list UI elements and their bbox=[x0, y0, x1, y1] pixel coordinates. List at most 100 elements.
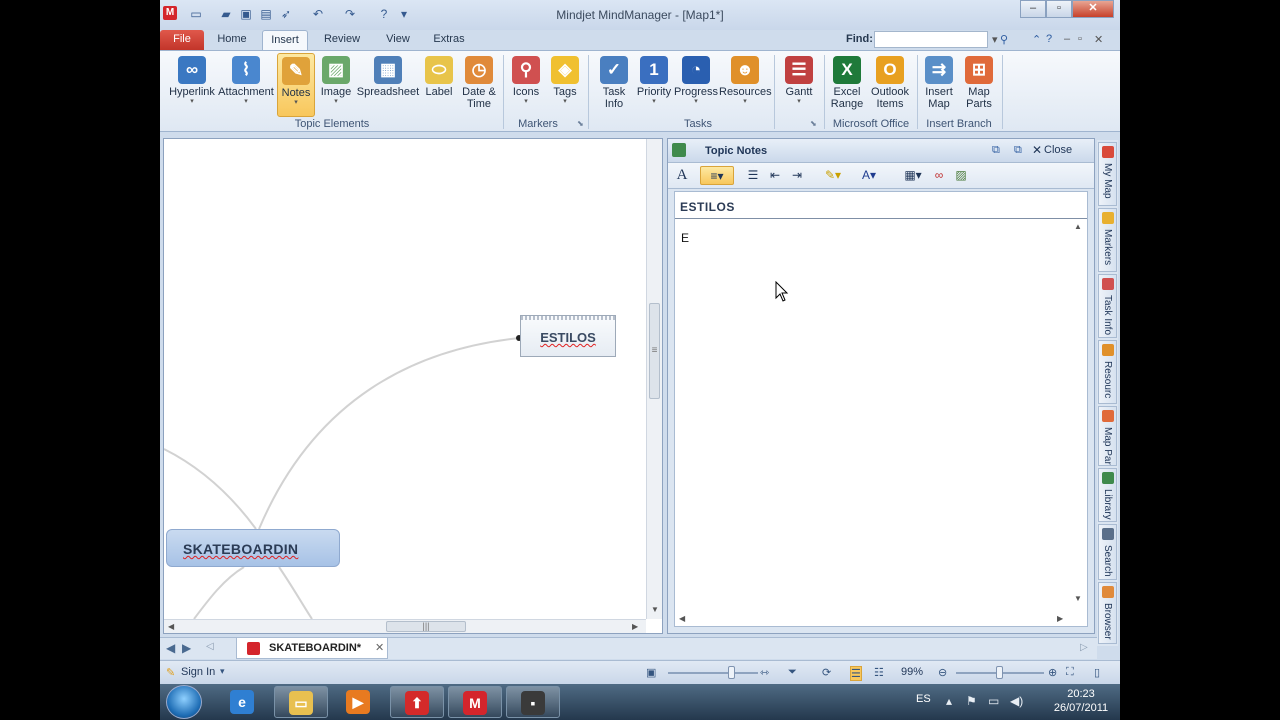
refresh-icon[interactable]: ⟳ bbox=[822, 666, 831, 679]
taskbar-ie[interactable]: e bbox=[216, 686, 270, 718]
notes-horizontal-scrollbar[interactable]: ◀ ▶ bbox=[675, 612, 1071, 626]
insert-image-icon[interactable]: ▨ bbox=[952, 166, 970, 185]
next-document-icon[interactable]: ▶ bbox=[182, 641, 191, 655]
scroll-down-icon[interactable]: ▼ bbox=[1074, 594, 1082, 603]
zoom-slider-knob[interactable] bbox=[996, 666, 1003, 679]
tab-review[interactable]: Review bbox=[318, 30, 366, 50]
map-horizontal-scroll-thumb[interactable]: ||| bbox=[386, 621, 466, 632]
map-vertical-scrollbar[interactable]: ≡ ▼ bbox=[646, 139, 662, 619]
progress-button[interactable]: ◔ Progress ▾ bbox=[674, 53, 718, 117]
scroll-tabs-left-icon[interactable]: ◁ bbox=[206, 641, 214, 652]
label-button[interactable]: ⬭ Label bbox=[422, 53, 456, 117]
scroll-up-icon[interactable]: ▲ bbox=[1074, 222, 1082, 231]
central-topic[interactable]: SKATEBOARDIN bbox=[166, 529, 340, 567]
tab-home[interactable]: Home bbox=[210, 30, 254, 50]
maximize-button[interactable]: ▫ bbox=[1046, 0, 1072, 18]
minimize-button[interactable]: – bbox=[1020, 0, 1046, 18]
date-time-button[interactable]: ◷ Date & Time bbox=[458, 53, 500, 117]
side-tab-map-parts[interactable]: Map Par bbox=[1098, 406, 1117, 466]
image-button[interactable]: ▨ Image ▾ bbox=[318, 53, 354, 117]
minimize-ribbon-icon[interactable]: ⌃ bbox=[1032, 33, 1041, 46]
map-view-icon[interactable]: ☰ bbox=[850, 666, 862, 681]
doc-minimize-icon[interactable]: – bbox=[1064, 33, 1070, 45]
close-icon[interactable]: ✕ bbox=[1032, 143, 1042, 157]
hyperlink-button[interactable]: ∞ Hyperlink ▾ bbox=[168, 53, 216, 117]
help-circle-icon[interactable]: ? bbox=[1046, 33, 1052, 45]
float-icon[interactable]: ⧉ bbox=[1014, 144, 1022, 157]
decrease-indent-icon[interactable]: ⇤ bbox=[766, 166, 784, 185]
scroll-right-icon[interactable]: ▶ bbox=[1057, 614, 1063, 623]
tab-extras[interactable]: Extras bbox=[426, 30, 472, 50]
task-info-button[interactable]: ✓ Task Info bbox=[595, 53, 633, 117]
map-horizontal-scrollbar[interactable]: ◀ ||| ▶ bbox=[164, 619, 646, 633]
map-parts-button[interactable]: ⊞ Map Parts bbox=[960, 53, 998, 117]
attachment-button[interactable]: ⌇ Attachment ▾ bbox=[218, 53, 274, 117]
tab-insert[interactable]: Insert bbox=[262, 30, 308, 50]
map-zoom-track[interactable] bbox=[668, 672, 758, 674]
scroll-down-icon[interactable]: ▼ bbox=[651, 605, 659, 614]
tasks-launcher-icon[interactable]: ⬊ bbox=[810, 119, 817, 128]
font-color-icon[interactable]: A▾ bbox=[854, 166, 884, 185]
previous-document-icon[interactable]: ◀ bbox=[166, 641, 175, 655]
find-dropdown-icon[interactable]: ▾ bbox=[992, 33, 998, 46]
bullet-list-icon[interactable]: ☰ bbox=[744, 166, 762, 185]
sign-in-button[interactable]: Sign In bbox=[181, 666, 215, 678]
outline-view-icon[interactable]: ☷ bbox=[874, 666, 884, 679]
insert-table-icon[interactable]: ▦▾ bbox=[898, 166, 928, 185]
notes-editor[interactable]: ESTILOS E ▲ ▼ ◀ ▶ bbox=[674, 191, 1088, 627]
tray-expand-icon[interactable]: ▴ bbox=[946, 694, 952, 708]
taskbar-recorder[interactable]: ▪ bbox=[506, 686, 560, 718]
side-tab-my-map[interactable]: My Map bbox=[1098, 142, 1117, 206]
scroll-left-icon[interactable]: ◀ bbox=[168, 622, 174, 631]
scroll-right-icon[interactable]: ▶ bbox=[632, 622, 638, 631]
notes-vertical-scrollbar[interactable]: ▲ ▼ bbox=[1071, 220, 1085, 610]
side-tab-browser[interactable]: Browser bbox=[1098, 582, 1117, 644]
excel-range-button[interactable]: X Excel Range bbox=[828, 53, 866, 117]
map-canvas[interactable]: ESTILOS SKATEBOARDIN ≡ ▼ ◀ ||| ▶ bbox=[163, 138, 663, 634]
markers-launcher-icon[interactable]: ⬊ bbox=[577, 119, 584, 128]
highlight-color-icon[interactable]: ✎▾ bbox=[818, 166, 848, 185]
notes-button[interactable]: ✎ Notes ▾ bbox=[277, 53, 315, 117]
font-icon[interactable]: A bbox=[674, 166, 690, 185]
clock[interactable]: 20:23 26/07/2011 bbox=[1048, 687, 1114, 715]
start-button[interactable] bbox=[166, 685, 202, 719]
gantt-button[interactable]: ☰ Gantt ▾ bbox=[780, 53, 818, 117]
doc-close-icon[interactable]: ✕ bbox=[1094, 33, 1103, 46]
side-tab-task-info[interactable]: Task Info bbox=[1098, 274, 1117, 338]
close-tab-icon[interactable]: ✕ bbox=[375, 641, 384, 654]
notes-close-button[interactable]: Close bbox=[1044, 144, 1072, 156]
layout-icon[interactable]: ▯ bbox=[1094, 666, 1100, 679]
tab-view[interactable]: View bbox=[378, 30, 418, 50]
outlook-items-button[interactable]: O Outlook Items bbox=[867, 53, 913, 117]
sign-in-dropdown-icon[interactable]: ▾ bbox=[220, 666, 225, 677]
find-input[interactable] bbox=[874, 31, 988, 48]
side-tab-resources[interactable]: Resourc bbox=[1098, 340, 1117, 404]
side-tab-library[interactable]: Library bbox=[1098, 468, 1117, 522]
priority-button[interactable]: 1 Priority ▾ bbox=[634, 53, 674, 117]
taskbar-explorer[interactable]: ▭ bbox=[274, 686, 328, 718]
map-vertical-scroll-thumb[interactable]: ≡ bbox=[649, 303, 660, 399]
fit-page-icon[interactable]: ⛶ bbox=[1066, 666, 1074, 679]
increase-indent-icon[interactable]: ⇥ bbox=[788, 166, 806, 185]
filter-icon[interactable]: ⏷ bbox=[788, 666, 797, 679]
insert-map-button[interactable]: ⇉ Insert Map bbox=[920, 53, 958, 117]
resources-button[interactable]: ☻ Resources ▾ bbox=[719, 53, 772, 117]
network-icon[interactable]: ⚑ bbox=[966, 694, 977, 708]
subtopic-estilos[interactable]: ESTILOS bbox=[520, 315, 616, 357]
zoom-out-icon[interactable]: ⊖ bbox=[938, 666, 947, 679]
spreadsheet-button[interactable]: ▦ Spreadsheet bbox=[356, 53, 420, 117]
action-center-icon[interactable]: ▭ bbox=[988, 694, 999, 708]
icons-button[interactable]: ⚲ Icons ▾ bbox=[508, 53, 544, 117]
language-indicator[interactable]: ES bbox=[916, 693, 931, 705]
tab-file[interactable]: File bbox=[160, 30, 204, 50]
tags-button[interactable]: ◈ Tags ▾ bbox=[547, 53, 583, 117]
binoculars-icon[interactable]: ⚲ bbox=[1000, 33, 1008, 46]
document-tab[interactable]: SKATEBOARDIN* ✕ bbox=[236, 638, 388, 659]
taskbar-mindmanager[interactable]: M bbox=[448, 686, 502, 718]
zoom-in-icon[interactable]: ⊕ bbox=[1048, 666, 1057, 679]
side-tab-search[interactable]: Search bbox=[1098, 524, 1117, 580]
taskbar-app-red[interactable]: ⬆ bbox=[390, 686, 444, 718]
side-tab-markers[interactable]: Markers bbox=[1098, 208, 1117, 272]
volume-icon[interactable]: ◀) bbox=[1010, 694, 1023, 708]
fit-width-icon[interactable]: ⇿ bbox=[760, 666, 769, 679]
